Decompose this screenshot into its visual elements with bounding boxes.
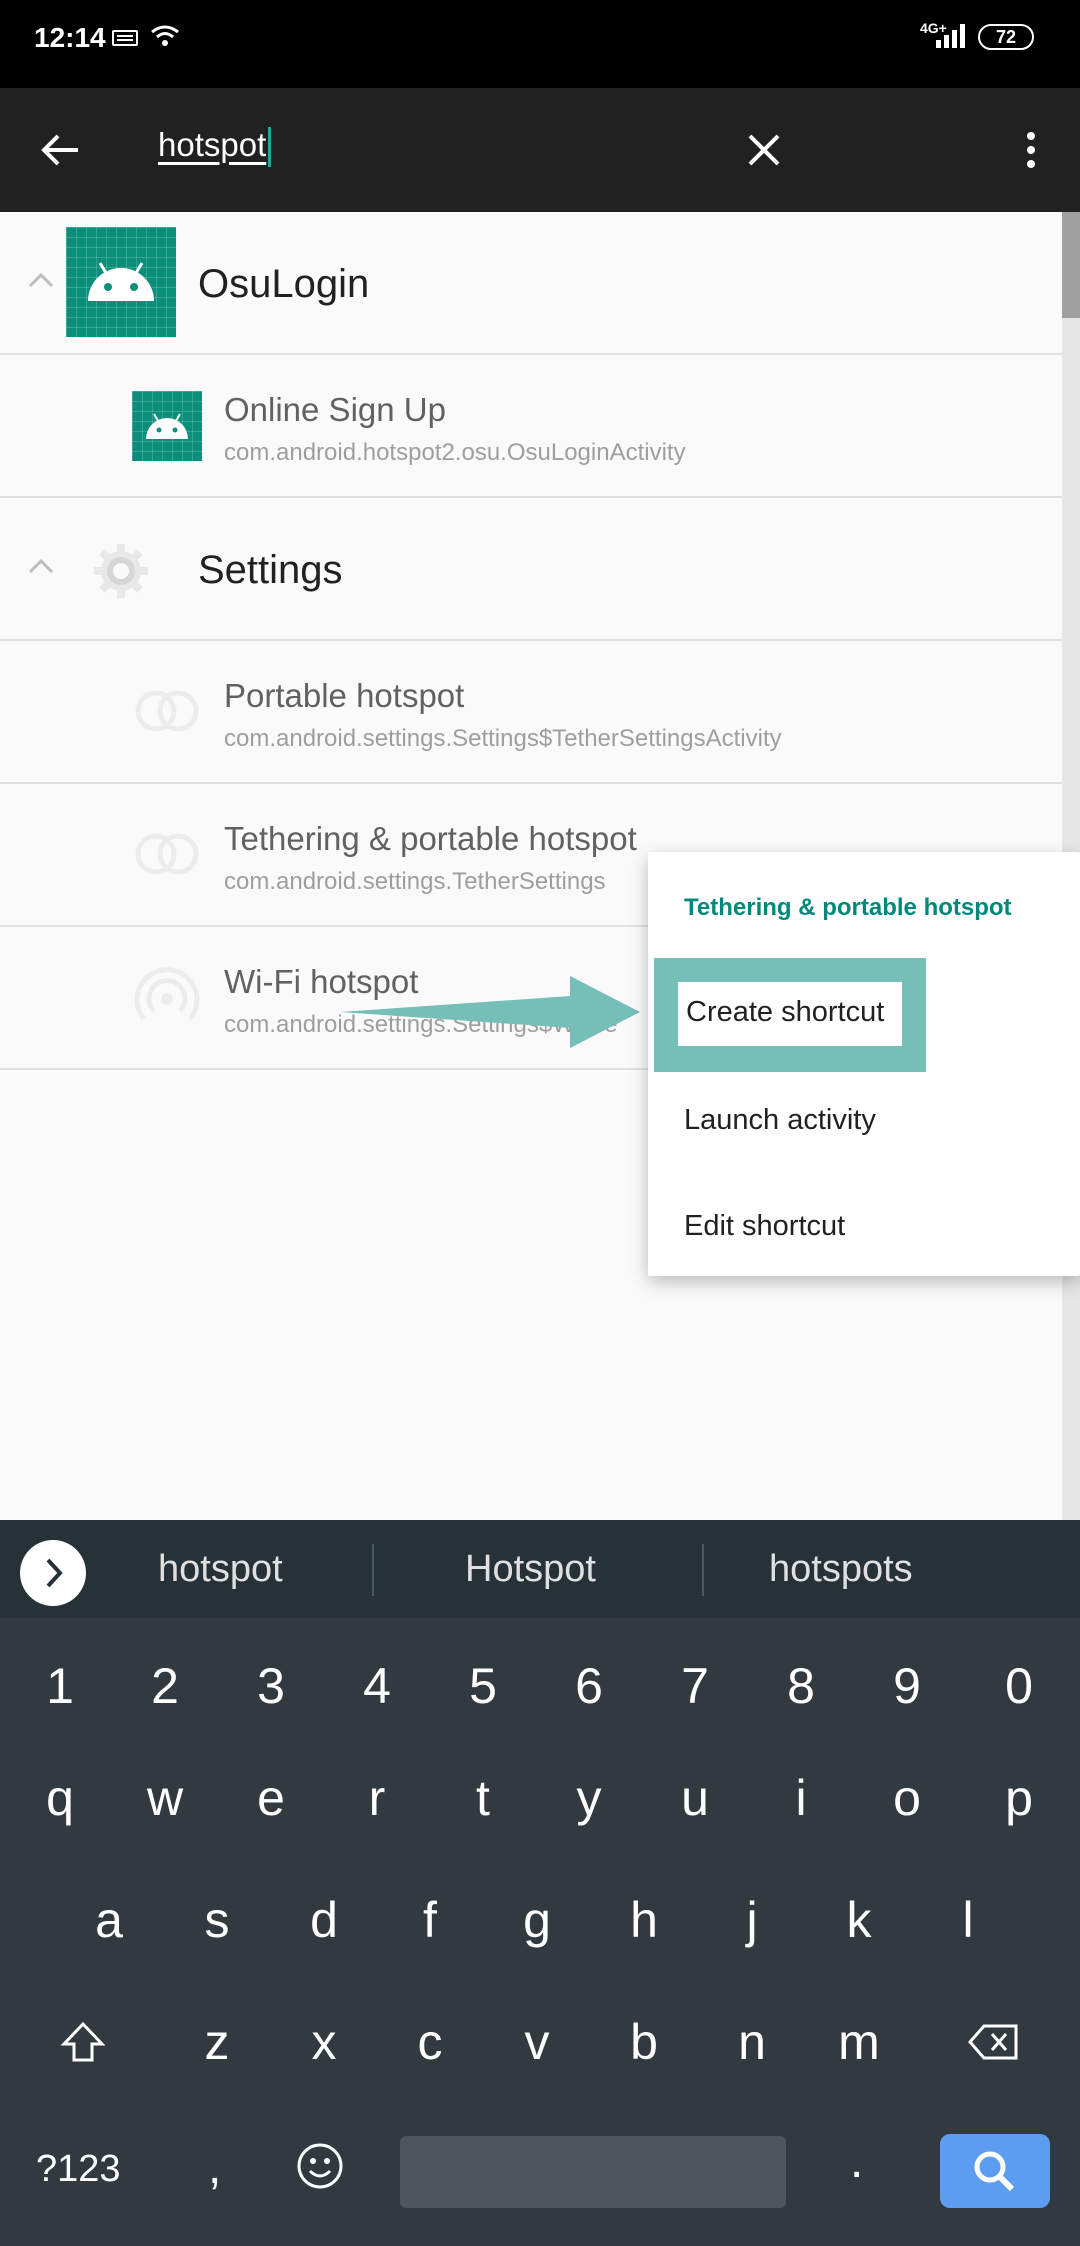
annotation-arrow-icon bbox=[340, 976, 640, 1048]
divider bbox=[372, 1544, 374, 1596]
key-j[interactable]: j bbox=[702, 1870, 802, 1970]
key-f[interactable]: f bbox=[380, 1870, 480, 1970]
list-item[interactable]: Portable hotspot com.android.settings.Se… bbox=[0, 641, 1062, 784]
wifi-hotspot-icon bbox=[132, 967, 202, 1027]
battery-indicator: 72 bbox=[978, 24, 1034, 50]
key-4[interactable]: 4 bbox=[327, 1636, 427, 1736]
tethering-icon bbox=[132, 824, 202, 884]
key-e[interactable]: e bbox=[221, 1748, 321, 1848]
emoji-icon[interactable] bbox=[294, 2140, 346, 2192]
hotspot-icon bbox=[132, 681, 202, 741]
text-cursor bbox=[268, 127, 272, 168]
key-u[interactable]: u bbox=[645, 1748, 745, 1848]
key-3[interactable]: 3 bbox=[221, 1636, 321, 1736]
list-item[interactable]: Online Sign Up com.android.hotspot2.osu.… bbox=[0, 355, 1062, 498]
suggestion-strip: hotspot Hotspot hotspots bbox=[0, 1520, 1080, 1618]
key-y[interactable]: y bbox=[539, 1748, 639, 1848]
key-b[interactable]: b bbox=[594, 1992, 694, 2092]
search-toolbar: hotspot bbox=[0, 88, 1080, 212]
context-menu: Tethering & portable hotspot Create shor… bbox=[648, 852, 1080, 1276]
key-q[interactable]: q bbox=[10, 1748, 110, 1848]
key-x[interactable]: x bbox=[274, 1992, 374, 2092]
key-o[interactable]: o bbox=[857, 1748, 957, 1848]
android-app-icon bbox=[66, 227, 176, 337]
key-n[interactable]: n bbox=[702, 1992, 802, 2092]
key-5[interactable]: 5 bbox=[433, 1636, 533, 1736]
key-v[interactable]: v bbox=[487, 1992, 587, 2092]
suggestion-3[interactable]: hotspots bbox=[769, 1548, 913, 1591]
status-bar: 12:14 4G+ 72 bbox=[0, 0, 1080, 88]
key-6[interactable]: 6 bbox=[539, 1636, 639, 1736]
item-title: Online Sign Up bbox=[224, 391, 446, 428]
settings-gear-icon bbox=[86, 536, 156, 606]
key-h[interactable]: h bbox=[594, 1870, 694, 1970]
item-subtitle: com.android.hotspot2.osu.OsuLoginActivit… bbox=[224, 439, 686, 466]
divider bbox=[702, 1544, 704, 1596]
item-title: Portable hotspot bbox=[224, 677, 465, 714]
edit-shortcut-menu-item[interactable]: Edit shortcut bbox=[684, 1210, 845, 1243]
create-shortcut-menu-item[interactable]: Create shortcut bbox=[678, 982, 902, 1046]
item-subtitle: com.android.settings.Settings$TetherSett… bbox=[224, 725, 782, 752]
search-key[interactable] bbox=[940, 2134, 1050, 2208]
key-s[interactable]: s bbox=[167, 1870, 267, 1970]
shift-icon[interactable] bbox=[58, 2018, 108, 2068]
expand-suggestions-button[interactable] bbox=[20, 1540, 86, 1606]
group-header-osulogin[interactable]: OsuLogin bbox=[0, 212, 1062, 355]
key-d[interactable]: d bbox=[274, 1870, 374, 1970]
group-header-settings[interactable]: Settings bbox=[0, 498, 1062, 641]
space-bar[interactable] bbox=[400, 2136, 786, 2208]
key-z[interactable]: z bbox=[167, 1992, 267, 2092]
key-period[interactable]: . bbox=[850, 2134, 863, 2189]
item-title: Tethering & portable hotspot bbox=[224, 820, 637, 857]
item-subtitle: com.android.settings.TetherSettings bbox=[224, 868, 606, 895]
key-0[interactable]: 0 bbox=[969, 1636, 1069, 1736]
key-m[interactable]: m bbox=[809, 1992, 909, 2092]
key-1[interactable]: 1 bbox=[10, 1636, 110, 1736]
chevron-up-icon[interactable] bbox=[26, 552, 56, 582]
android-app-icon bbox=[132, 391, 202, 461]
group-title: OsuLogin bbox=[198, 262, 370, 306]
key-9[interactable]: 9 bbox=[857, 1636, 957, 1736]
more-options-icon[interactable] bbox=[1018, 132, 1044, 172]
clear-icon[interactable] bbox=[744, 130, 784, 170]
key-2[interactable]: 2 bbox=[115, 1636, 215, 1736]
back-arrow-icon[interactable] bbox=[38, 128, 82, 172]
key-c[interactable]: c bbox=[380, 1992, 480, 2092]
keyboard-icon bbox=[112, 30, 138, 46]
search-query-text: hotspot bbox=[158, 126, 267, 163]
key-k[interactable]: k bbox=[809, 1870, 909, 1970]
launch-activity-menu-item[interactable]: Launch activity bbox=[684, 1104, 876, 1137]
key-r[interactable]: r bbox=[327, 1748, 427, 1848]
backspace-icon[interactable] bbox=[968, 2022, 1020, 2062]
group-title: Settings bbox=[198, 548, 343, 592]
suggestion-2[interactable]: Hotspot bbox=[465, 1548, 596, 1591]
key-w[interactable]: w bbox=[115, 1748, 215, 1848]
key-8[interactable]: 8 bbox=[751, 1636, 851, 1736]
context-menu-title: Tethering & portable hotspot bbox=[684, 894, 1012, 921]
symbols-key[interactable]: ?123 bbox=[36, 2148, 121, 2191]
key-g[interactable]: g bbox=[487, 1870, 587, 1970]
search-input[interactable]: hotspot bbox=[158, 126, 272, 168]
wifi-icon bbox=[150, 24, 180, 53]
soft-keyboard: 1 2 3 4 5 6 7 8 9 0 q w e r t y u i o p … bbox=[0, 1618, 1080, 2246]
key-7[interactable]: 7 bbox=[645, 1636, 745, 1736]
suggestion-1[interactable]: hotspot bbox=[158, 1548, 283, 1591]
key-l[interactable]: l bbox=[918, 1870, 1018, 1970]
key-t[interactable]: t bbox=[433, 1748, 533, 1848]
key-comma[interactable]: , bbox=[208, 2140, 221, 2195]
status-time: 12:14 bbox=[34, 22, 106, 53]
key-i[interactable]: i bbox=[751, 1748, 851, 1848]
signal-icon bbox=[932, 24, 968, 53]
key-p[interactable]: p bbox=[969, 1748, 1069, 1848]
chevron-up-icon[interactable] bbox=[26, 266, 56, 296]
scrollbar-thumb[interactable] bbox=[1062, 212, 1080, 318]
key-a[interactable]: a bbox=[59, 1870, 159, 1970]
